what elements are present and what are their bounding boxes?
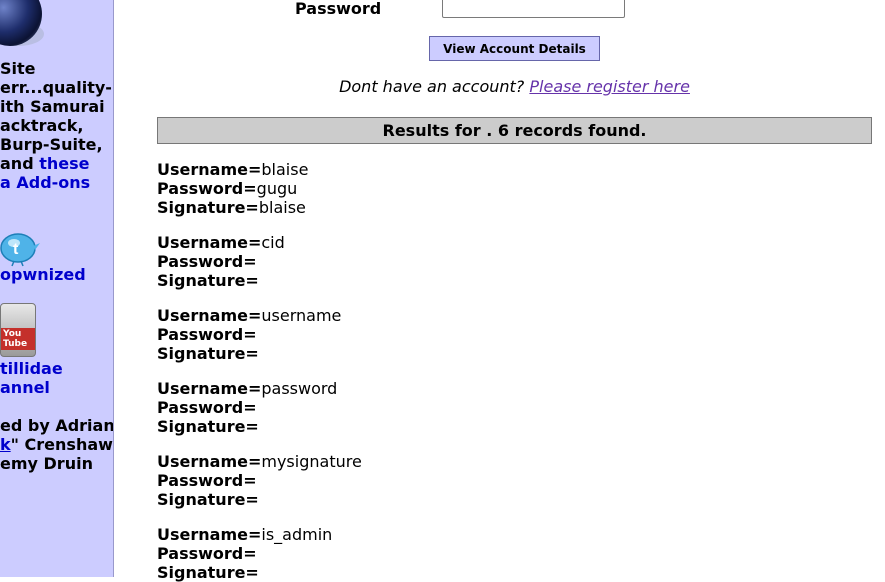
register-link[interactable]: Please register here bbox=[529, 77, 690, 96]
record-username-line: Username=cid bbox=[157, 233, 285, 252]
record-username-line: Username=is_admin bbox=[157, 525, 332, 544]
svg-text:t: t bbox=[13, 241, 19, 258]
sidebar-site-text-4: acktrack, bbox=[0, 116, 84, 135]
record-signature-line: Signature= bbox=[157, 344, 259, 363]
sidebar-site-text-5: Burp-Suite, bbox=[0, 135, 103, 154]
addons-link[interactable]: a Add-ons bbox=[0, 173, 90, 192]
record-signature-label: Signature= bbox=[157, 271, 259, 290]
results-header: Results for . 6 records found. bbox=[157, 117, 872, 144]
youtube-link-line-2: annel bbox=[0, 378, 50, 397]
record-username-label: Username= bbox=[157, 160, 262, 179]
youtube-link-line-1: tillidae bbox=[0, 359, 63, 378]
record-username-value: cid bbox=[261, 233, 285, 252]
record-signature-line: Signature= bbox=[157, 563, 259, 582]
register-prompt: Dont have an account? Please register he… bbox=[0, 77, 885, 96]
record-password-line: Password= bbox=[157, 544, 257, 563]
view-account-details-button[interactable]: View Account Details bbox=[429, 36, 600, 61]
record-username-value: username bbox=[261, 306, 342, 325]
record-password-value: gugu bbox=[256, 179, 298, 198]
record-signature-line: Signature= bbox=[157, 417, 259, 436]
record-signature-line: Signature= bbox=[157, 271, 259, 290]
record-username-value: password bbox=[261, 379, 338, 398]
password-input[interactable] bbox=[442, 0, 625, 18]
record-signature-label: Signature= bbox=[157, 563, 259, 582]
twitter-link-line: opwnized bbox=[0, 265, 86, 284]
record-username-label: Username= bbox=[157, 525, 262, 544]
record-username-value: is_admin bbox=[261, 525, 333, 544]
record-password-line: Password= bbox=[157, 398, 257, 417]
record-password-label: Password= bbox=[157, 544, 257, 563]
youtube-link-1[interactable]: tillidae bbox=[0, 359, 63, 378]
record-username-line: Username=username bbox=[157, 306, 341, 325]
credits-text-3: emy Druin bbox=[0, 454, 93, 473]
these-link[interactable]: these bbox=[39, 154, 89, 173]
twitter-link[interactable]: opwnized bbox=[0, 265, 86, 284]
youtube-link-2[interactable]: annel bbox=[0, 378, 50, 397]
sidebar-addons-line: a Add-ons bbox=[0, 173, 90, 192]
record-username-value: blaise bbox=[261, 160, 309, 179]
record-signature-label: Signature= bbox=[157, 417, 259, 436]
sidebar-site-text-1: Site bbox=[0, 59, 36, 78]
record-signature-value: blaise bbox=[258, 198, 306, 217]
credits-text-1: ed by Adrian bbox=[0, 416, 114, 435]
record-signature-line: Signature= bbox=[157, 490, 259, 509]
record-password-label: Password= bbox=[157, 252, 257, 271]
sidebar-and-these-line: and these bbox=[0, 154, 89, 173]
password-label: Password bbox=[295, 0, 382, 18]
credits-text-2: " Crenshaw bbox=[10, 435, 113, 454]
record-signature-line: Signature=blaise bbox=[157, 198, 306, 217]
record-password-label: Password= bbox=[157, 325, 257, 344]
record-username-label: Username= bbox=[157, 379, 262, 398]
record-username-label: Username= bbox=[157, 233, 262, 252]
record-signature-label: Signature= bbox=[157, 344, 259, 363]
sidebar-site-text-3: ith Samurai bbox=[0, 97, 105, 116]
record-password-line: Password= bbox=[157, 325, 257, 344]
sidebar-and-text: and bbox=[0, 154, 40, 173]
record-signature-label: Signature= bbox=[157, 490, 259, 509]
record-username-value: mysignature bbox=[261, 452, 362, 471]
credits-link[interactable]: k bbox=[0, 435, 11, 454]
no-account-text: Dont have an account? bbox=[339, 77, 525, 96]
record-username-line: Username=password bbox=[157, 379, 337, 398]
record-password-label: Password= bbox=[157, 179, 257, 198]
record-password-label: Password= bbox=[157, 471, 257, 490]
record-password-line: Password= bbox=[157, 471, 257, 490]
record-username-line: Username=mysignature bbox=[157, 452, 362, 471]
youtube-icon-text: You Tube bbox=[1, 328, 35, 350]
credits-line-2: k" Crenshaw bbox=[0, 435, 113, 454]
record-password-line: Password=gugu bbox=[157, 179, 297, 198]
record-signature-label: Signature= bbox=[157, 198, 259, 217]
record-password-label: Password= bbox=[157, 398, 257, 417]
record-username-label: Username= bbox=[157, 452, 262, 471]
record-password-line: Password= bbox=[157, 252, 257, 271]
record-username-label: Username= bbox=[157, 306, 262, 325]
record-username-line: Username=blaise bbox=[157, 160, 308, 179]
twitter-bird-icon[interactable]: t bbox=[0, 229, 40, 267]
youtube-icon[interactable]: You Tube bbox=[0, 303, 36, 357]
